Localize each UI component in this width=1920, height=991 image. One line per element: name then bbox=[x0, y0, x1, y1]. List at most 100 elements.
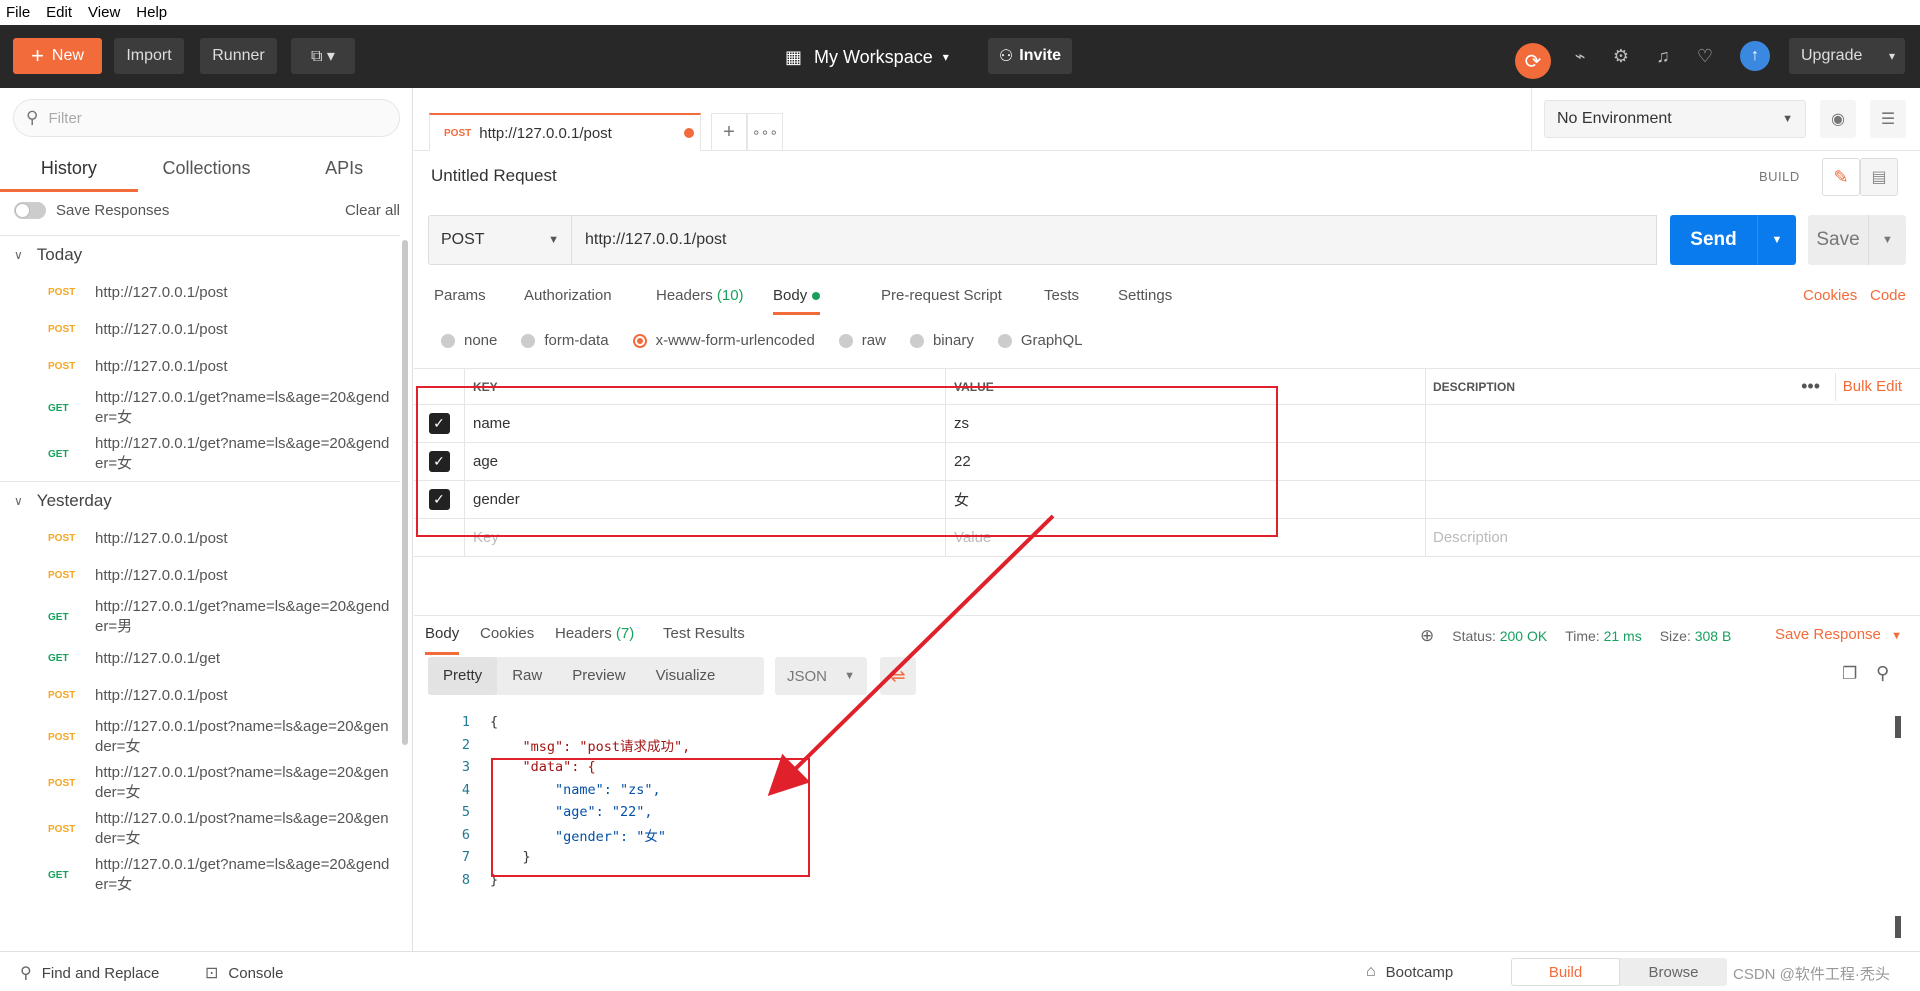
request-tab[interactable]: POST http://127.0.0.1/post bbox=[429, 113, 701, 151]
cookies-link[interactable]: Cookies bbox=[1803, 287, 1857, 304]
history-group-today[interactable]: ∨ Today bbox=[0, 236, 400, 274]
invite-button[interactable]: ⚇ Invite bbox=[988, 38, 1072, 74]
history-item[interactable]: POST http://127.0.0.1/post bbox=[0, 311, 400, 348]
menu-edit[interactable]: Edit bbox=[46, 4, 72, 21]
history-item[interactable]: POST http://127.0.0.1/post bbox=[0, 274, 400, 311]
build-mode-button[interactable]: Build bbox=[1511, 958, 1620, 986]
save-button[interactable]: Save ▼ bbox=[1808, 215, 1906, 265]
more-icon[interactable]: ••• bbox=[1801, 376, 1820, 397]
eye-icon[interactable]: ◉ bbox=[1820, 100, 1856, 138]
clear-all-button[interactable]: Clear all bbox=[345, 202, 400, 219]
wrap-lines-icon[interactable]: ⇌ bbox=[880, 657, 916, 695]
globe-icon[interactable]: ⊕ bbox=[1420, 626, 1434, 646]
value-cell[interactable]: 22 bbox=[946, 443, 1426, 480]
description-cell[interactable] bbox=[1426, 443, 1920, 480]
tab-apis[interactable]: APIs bbox=[275, 152, 413, 192]
tab-collections[interactable]: Collections bbox=[138, 152, 276, 192]
checkbox[interactable]: ✓ bbox=[428, 451, 450, 472]
runner-button[interactable]: Runner bbox=[200, 38, 277, 74]
code-scrollbar[interactable] bbox=[1895, 716, 1901, 738]
format-pretty[interactable]: Pretty bbox=[428, 657, 498, 695]
browse-mode-button[interactable]: Browse bbox=[1620, 958, 1727, 986]
history-item[interactable]: GET http://127.0.0.1/get?name=ls&age=20&g… bbox=[0, 852, 400, 898]
history-item[interactable]: POST http://127.0.0.1/post bbox=[0, 348, 400, 385]
add-tab-button[interactable]: + bbox=[711, 113, 747, 151]
format-raw[interactable]: Raw bbox=[497, 657, 557, 695]
history-item[interactable]: GET http://127.0.0.1/get?name=ls&age=20&g… bbox=[0, 594, 400, 640]
more-tabs-icon[interactable]: ∘∘∘ bbox=[747, 113, 783, 151]
sliders-icon[interactable]: ☰ bbox=[1870, 100, 1906, 138]
filter-input[interactable]: ⚲ Filter bbox=[13, 99, 400, 137]
radio-raw[interactable]: raw bbox=[838, 332, 886, 349]
history-item[interactable]: POST http://127.0.0.1/post bbox=[0, 520, 400, 557]
history-item[interactable]: GET http://127.0.0.1/get bbox=[0, 640, 400, 677]
radio-form-data[interactable]: form-data bbox=[521, 332, 609, 349]
upgrade-button[interactable]: Upgrade ▾ bbox=[1789, 38, 1905, 74]
url-input[interactable]: http://127.0.0.1/post bbox=[572, 215, 1657, 265]
heart-icon[interactable]: ♡ bbox=[1694, 45, 1716, 67]
history-item[interactable]: GET http://127.0.0.1/get?name=ls&age=20&g… bbox=[0, 431, 400, 477]
history-item[interactable]: POST http://127.0.0.1/post bbox=[0, 557, 400, 594]
caret-down-icon[interactable]: ▼ bbox=[1868, 215, 1906, 265]
response-tab-body[interactable]: Body bbox=[425, 616, 460, 655]
new-window-button[interactable]: ⧉ ▾ bbox=[291, 38, 355, 74]
request-title[interactable]: Untitled Request bbox=[431, 166, 557, 186]
description-cell[interactable] bbox=[1426, 481, 1920, 518]
history-group-yesterday[interactable]: ∨ Yesterday bbox=[0, 482, 400, 520]
workspace-selector[interactable]: ▦ My Workspace ▾ bbox=[785, 39, 949, 75]
radio-binary[interactable]: binary bbox=[909, 332, 974, 349]
key-input[interactable]: Key bbox=[465, 519, 946, 556]
copy-icon[interactable]: ❐ bbox=[1842, 664, 1857, 684]
import-button[interactable]: Import bbox=[114, 38, 184, 74]
response-tab-headers[interactable]: Headers (7) bbox=[555, 616, 634, 652]
environment-select[interactable]: No Environment ▼ bbox=[1544, 100, 1806, 138]
history-item[interactable]: POST http://127.0.0.1/post?name=ls&age=20… bbox=[0, 760, 400, 806]
code-scrollbar[interactable] bbox=[1895, 916, 1901, 938]
menu-view[interactable]: View bbox=[88, 4, 120, 21]
checkbox[interactable]: ✓ bbox=[428, 489, 450, 510]
key-cell[interactable]: name bbox=[465, 405, 946, 442]
satellite-icon[interactable]: ⌁ bbox=[1569, 45, 1591, 67]
tab-tests[interactable]: Tests bbox=[1044, 281, 1079, 312]
method-select[interactable]: POST ▼ bbox=[428, 215, 572, 265]
menu-help[interactable]: Help bbox=[136, 4, 167, 21]
tab-history[interactable]: History bbox=[0, 152, 138, 192]
bootcamp-button[interactable]: ⌂ Bootcamp bbox=[1366, 963, 1453, 981]
save-response-button[interactable]: Save Response ▼ bbox=[1775, 626, 1902, 643]
menu-file[interactable]: File bbox=[6, 4, 30, 21]
tab-prerequest-script[interactable]: Pre-request Script bbox=[881, 281, 1002, 312]
tab-headers[interactable]: Headers (10) bbox=[656, 281, 744, 312]
search-icon[interactable]: ⚲ bbox=[1876, 663, 1889, 684]
gear-icon[interactable]: ⚙ bbox=[1610, 45, 1632, 67]
new-button[interactable]: + New bbox=[13, 38, 102, 74]
value-cell[interactable]: 女 bbox=[946, 481, 1426, 518]
tab-params[interactable]: Params bbox=[434, 281, 486, 312]
sync-icon[interactable]: ⟳ bbox=[1515, 43, 1551, 79]
pencil-icon[interactable]: ✎ bbox=[1822, 158, 1860, 196]
caret-down-icon[interactable]: ▼ bbox=[1757, 215, 1796, 265]
radio-x-www-form-urlencoded[interactable]: x-www-form-urlencoded bbox=[632, 332, 815, 349]
key-cell[interactable]: age bbox=[465, 443, 946, 480]
save-responses-toggle[interactable] bbox=[14, 202, 46, 219]
history-item[interactable]: GET http://127.0.0.1/get?name=ls&age=20&g… bbox=[0, 385, 400, 431]
tab-authorization[interactable]: Authorization bbox=[524, 281, 612, 312]
format-visualize[interactable]: Visualize bbox=[641, 657, 731, 695]
bell-icon[interactable]: ♫ bbox=[1652, 45, 1674, 67]
bulk-edit-link[interactable]: Bulk Edit bbox=[1843, 378, 1902, 395]
description-input[interactable]: Description bbox=[1426, 519, 1920, 556]
radio-none[interactable]: none bbox=[441, 332, 497, 349]
history-item[interactable]: POST http://127.0.0.1/post bbox=[0, 677, 400, 714]
console-button[interactable]: ⊡ Console bbox=[205, 963, 283, 983]
key-cell[interactable]: gender bbox=[465, 481, 946, 518]
radio-graphql[interactable]: GraphQL bbox=[997, 332, 1083, 349]
send-button[interactable]: Send ▼ bbox=[1670, 215, 1796, 265]
sidebar-scrollbar[interactable] bbox=[402, 240, 408, 745]
code-link[interactable]: Code bbox=[1870, 287, 1906, 304]
find-replace-button[interactable]: ⚲ Find and Replace bbox=[20, 963, 159, 983]
value-input[interactable]: Value bbox=[946, 519, 1426, 556]
tab-settings[interactable]: Settings bbox=[1118, 281, 1172, 312]
description-cell[interactable] bbox=[1426, 405, 1920, 442]
response-tab-test-results[interactable]: Test Results bbox=[663, 616, 745, 652]
format-preview[interactable]: Preview bbox=[557, 657, 640, 695]
tab-body[interactable]: Body bbox=[773, 281, 821, 315]
